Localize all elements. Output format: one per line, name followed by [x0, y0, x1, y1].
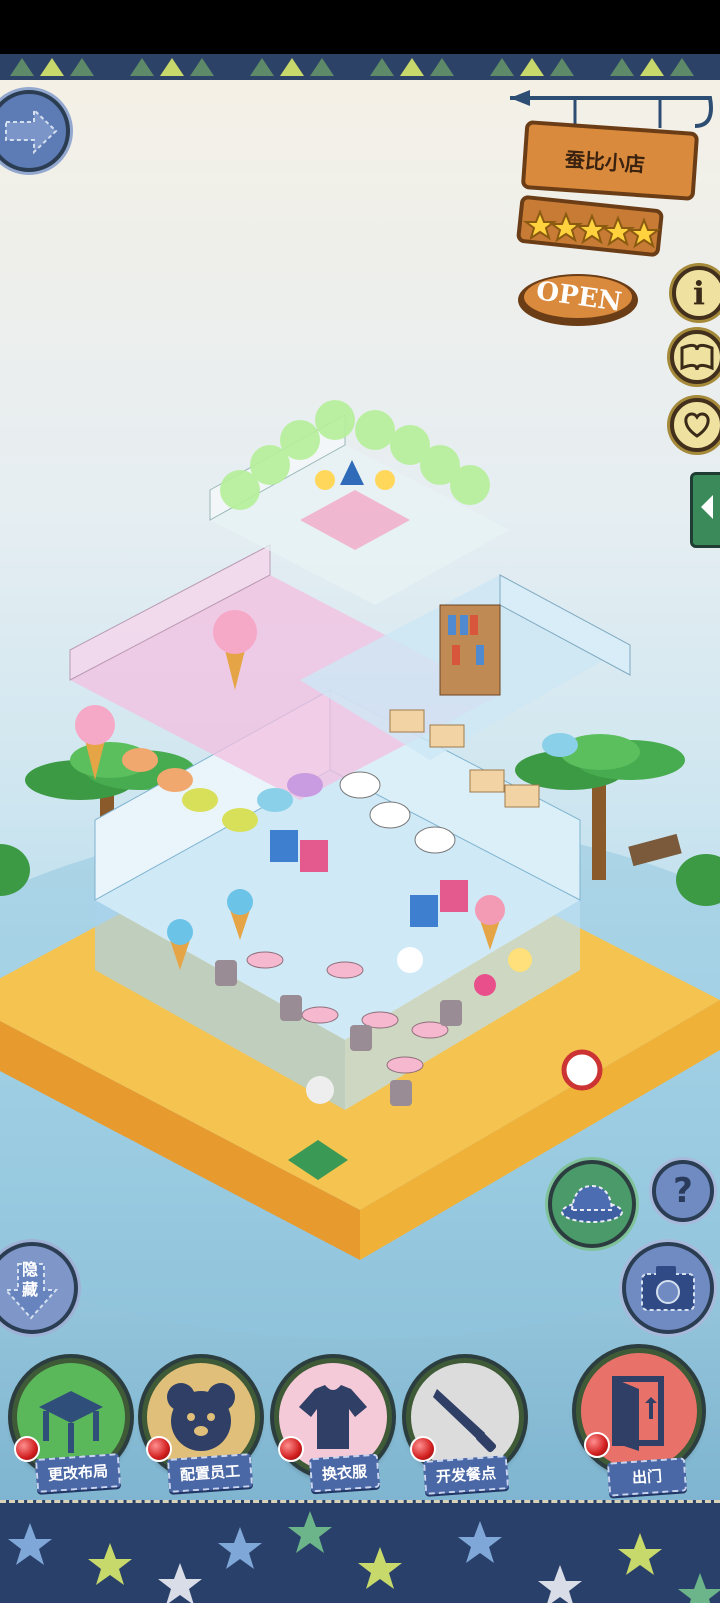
chevron-left-icon [701, 495, 713, 519]
clothes-label[interactable]: 换衣服 [308, 1453, 381, 1493]
status-bar [0, 0, 720, 54]
staff-pin [146, 1436, 172, 1462]
develop-food-label[interactable]: 开发餐点 [422, 1455, 510, 1495]
info-icon: i [692, 274, 706, 312]
camera-button[interactable] [622, 1242, 714, 1334]
top-decor-band [0, 54, 720, 83]
help-button[interactable]: ? [652, 1160, 714, 1222]
forward-button[interactable] [0, 90, 70, 172]
game-scene: 蚕比小店 OPEN i 隐藏 ? 更改布局 配置员工 换衣服 开发餐点 出门 [0, 80, 720, 1500]
clothes-pin [278, 1436, 304, 1462]
question-icon: ? [673, 1171, 693, 1211]
book-icon [680, 343, 714, 371]
staff-label[interactable]: 配置员工 [166, 1453, 254, 1493]
bottom-star-band [0, 1500, 720, 1603]
beach-ball[interactable] [561, 1049, 603, 1091]
camera-icon [641, 1266, 695, 1311]
hat-icon [561, 1184, 623, 1223]
arrow-right-icon [5, 107, 58, 155]
side-panel-tab[interactable] [690, 472, 720, 548]
hat-button[interactable] [548, 1160, 636, 1248]
food-pin [410, 1436, 436, 1462]
go-out-label[interactable]: 出门 [606, 1457, 688, 1497]
go-out-pin [584, 1432, 610, 1458]
hide-label: 隐藏 [21, 1260, 38, 1299]
shop-name: 蚕比小店 [564, 147, 646, 177]
change-layout-label[interactable]: 更改布局 [34, 1453, 122, 1493]
info-button[interactable]: i [672, 266, 720, 320]
book-button[interactable] [670, 330, 720, 384]
favorites-button[interactable] [670, 398, 720, 452]
layout-pin [14, 1436, 40, 1462]
heart-icon [684, 412, 710, 438]
hide-button[interactable]: 隐藏 [0, 1242, 78, 1334]
